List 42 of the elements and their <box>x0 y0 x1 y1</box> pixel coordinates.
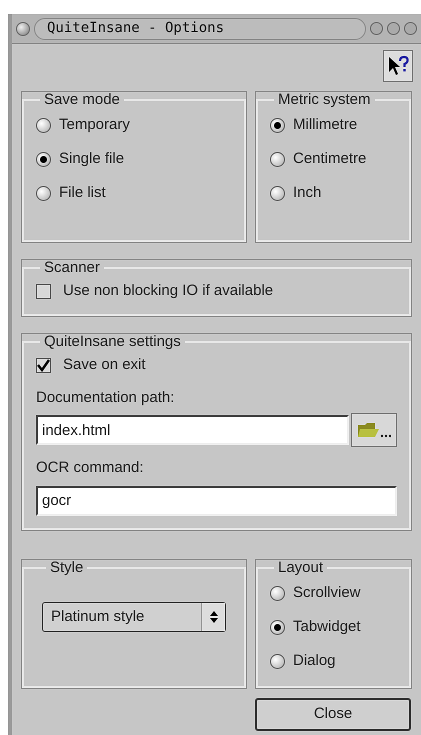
radio-label: Dialog <box>293 650 336 671</box>
checkbox[interactable] <box>36 358 51 373</box>
checkbox-label: Save on exit <box>63 355 146 375</box>
checkmark-icon <box>37 358 50 372</box>
radio-label: Millimetre <box>293 114 358 135</box>
group-title: Style <box>49 560 84 576</box>
group-title: Scanner <box>43 260 101 276</box>
text-field[interactable]: gocr <box>36 486 397 516</box>
browse-button[interactable] <box>351 413 397 447</box>
radio-label: Single file <box>59 148 124 169</box>
style-dropdown[interactable]: Platinum style <box>42 602 226 632</box>
folder-icon <box>357 420 391 440</box>
window-menu-icon[interactable] <box>16 22 30 36</box>
radio-label: Scrollview <box>293 582 361 603</box>
radio-button[interactable] <box>36 186 51 200</box>
help-button[interactable] <box>383 50 413 82</box>
radio-button[interactable] <box>270 186 285 200</box>
radio-button[interactable] <box>36 152 51 166</box>
radio-label: Inch <box>293 182 322 203</box>
radio-button[interactable] <box>270 152 285 166</box>
field-label: Documentation path: <box>36 388 176 408</box>
group-title: Save mode <box>43 92 121 108</box>
radio-button[interactable] <box>270 118 285 132</box>
whats-this-icon <box>387 55 409 77</box>
radio-label: Centimetre <box>293 148 366 169</box>
window-title: QuiteInsane - Options <box>47 19 224 38</box>
group-title: Metric system <box>277 92 372 108</box>
checkbox[interactable] <box>36 284 51 299</box>
radio-button[interactable] <box>36 118 51 132</box>
text-field[interactable]: index.html <box>36 415 349 445</box>
group-title: Layout <box>277 560 324 576</box>
radio-button[interactable] <box>270 586 285 600</box>
radio-label: Tabwidget <box>293 616 361 637</box>
group-title: QuiteInsane settings <box>43 334 182 350</box>
close-button[interactable]: Close <box>255 698 411 731</box>
checkbox-label: Use non blocking IO if available <box>63 281 274 301</box>
radio-button[interactable] <box>270 654 285 668</box>
radio-label: File list <box>59 182 106 203</box>
radio-button[interactable] <box>270 620 285 634</box>
field-label: OCR command: <box>36 458 145 478</box>
radio-label: Temporary <box>59 114 130 135</box>
up-down-arrows-icon <box>210 611 218 623</box>
